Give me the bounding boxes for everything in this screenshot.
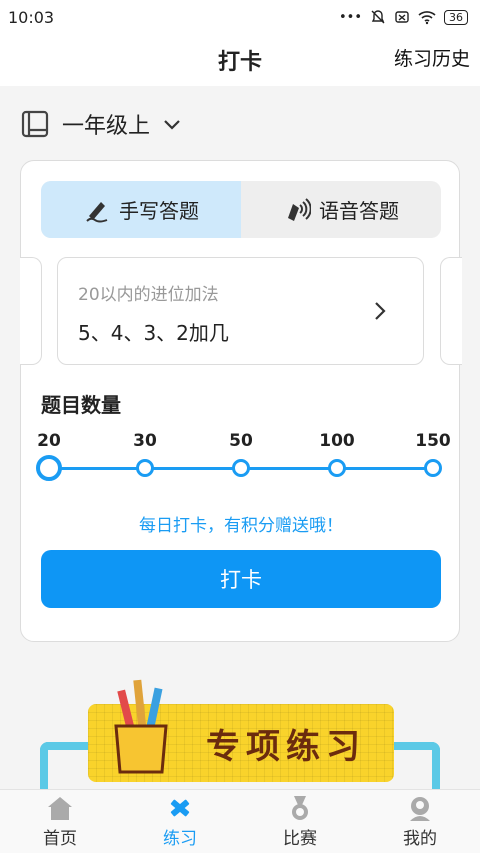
- tab-handwrite-label: 手写答题: [119, 199, 199, 223]
- nav-profile[interactable]: 我的: [360, 790, 480, 853]
- count-option-30-knob[interactable]: [136, 459, 154, 477]
- nav-contest[interactable]: 比赛: [240, 790, 360, 853]
- chevron-right-icon[interactable]: [373, 300, 387, 322]
- grade-selector[interactable]: 一年级上: [20, 104, 182, 144]
- topic-card[interactable]: 20以内的进位加法 5、4、3、2加几: [57, 257, 424, 365]
- count-option-100-label: 100: [319, 431, 355, 451]
- page-title: 打卡: [217, 50, 262, 75]
- nav-practice-label: 练习: [163, 829, 197, 849]
- topic-subtitle: 5、4、3、2加几: [78, 321, 229, 345]
- question-count-slider[interactable]: 20 30 50 100 150: [21, 431, 461, 491]
- handwrite-icon: [86, 201, 108, 222]
- checkin-button[interactable]: 打卡: [41, 550, 441, 608]
- sim-off-icon: [395, 11, 409, 23]
- tab-handwrite[interactable]: 手写答题: [41, 181, 241, 238]
- prev-topic-card[interactable]: [20, 257, 42, 365]
- nav-practice[interactable]: 练习: [120, 790, 240, 853]
- count-option-50-label: 50: [229, 431, 253, 451]
- nav-home[interactable]: 首页: [0, 790, 120, 853]
- chevron-down-icon: [164, 120, 180, 130]
- special-practice-label: 专项练习: [206, 726, 366, 767]
- nav-home-label: 首页: [43, 829, 77, 849]
- voice-icon: [288, 197, 311, 221]
- wifi-icon: [418, 11, 436, 25]
- tab-voice[interactable]: 语音答题: [241, 181, 441, 238]
- more-dots-icon: •••: [338, 9, 362, 25]
- bell-muted-icon: [371, 10, 385, 24]
- special-practice-section[interactable]: 专项练习: [40, 676, 440, 802]
- tab-voice-label: 语音答题: [319, 199, 399, 223]
- status-icons: ••• 36: [339, 9, 468, 25]
- count-option-30-label: 30: [133, 431, 157, 451]
- answer-mode-tabs: 手写答题 语音答题: [41, 181, 441, 238]
- home-icon: [48, 797, 72, 820]
- nav-profile-label: 我的: [403, 829, 437, 849]
- checkin-card: 手写答题 语音答题 20以内的进位加法 5、4、3、2加几 题目数量 20 30…: [20, 160, 462, 642]
- count-option-150-label: 150: [415, 431, 451, 451]
- topic-carousel[interactable]: 20以内的进位加法 5、4、3、2加几: [20, 257, 462, 365]
- count-option-100-knob[interactable]: [328, 459, 346, 477]
- bottom-nav: 首页 练习 比赛 我的: [0, 789, 480, 853]
- count-option-150-knob[interactable]: [424, 459, 442, 477]
- profile-icon: [410, 797, 430, 821]
- status-bar: 10:03 ••• 36: [0, 0, 480, 34]
- next-topic-card[interactable]: [440, 257, 462, 365]
- practice-history-link[interactable]: 练习历史: [394, 44, 470, 71]
- medal-icon: [292, 796, 308, 820]
- pencil-cup-icon: [114, 679, 168, 774]
- practice-icon: [170, 799, 190, 817]
- book-icon: [21, 110, 49, 138]
- grade-label: 一年级上: [62, 114, 151, 139]
- battery-icon: 36: [444, 9, 468, 25]
- question-count-label: 题目数量: [41, 393, 121, 417]
- nav-contest-label: 比赛: [283, 829, 317, 849]
- promo-text: 每日打卡，有积分赠送哦！: [139, 516, 343, 536]
- count-option-20-knob[interactable]: [36, 455, 62, 481]
- count-option-20-label: 20: [37, 431, 61, 451]
- count-option-50-knob[interactable]: [232, 459, 250, 477]
- header: 打卡 练习历史: [0, 34, 480, 86]
- topic-title: 20以内的进位加法: [78, 285, 219, 305]
- status-time: 10:03: [8, 7, 55, 27]
